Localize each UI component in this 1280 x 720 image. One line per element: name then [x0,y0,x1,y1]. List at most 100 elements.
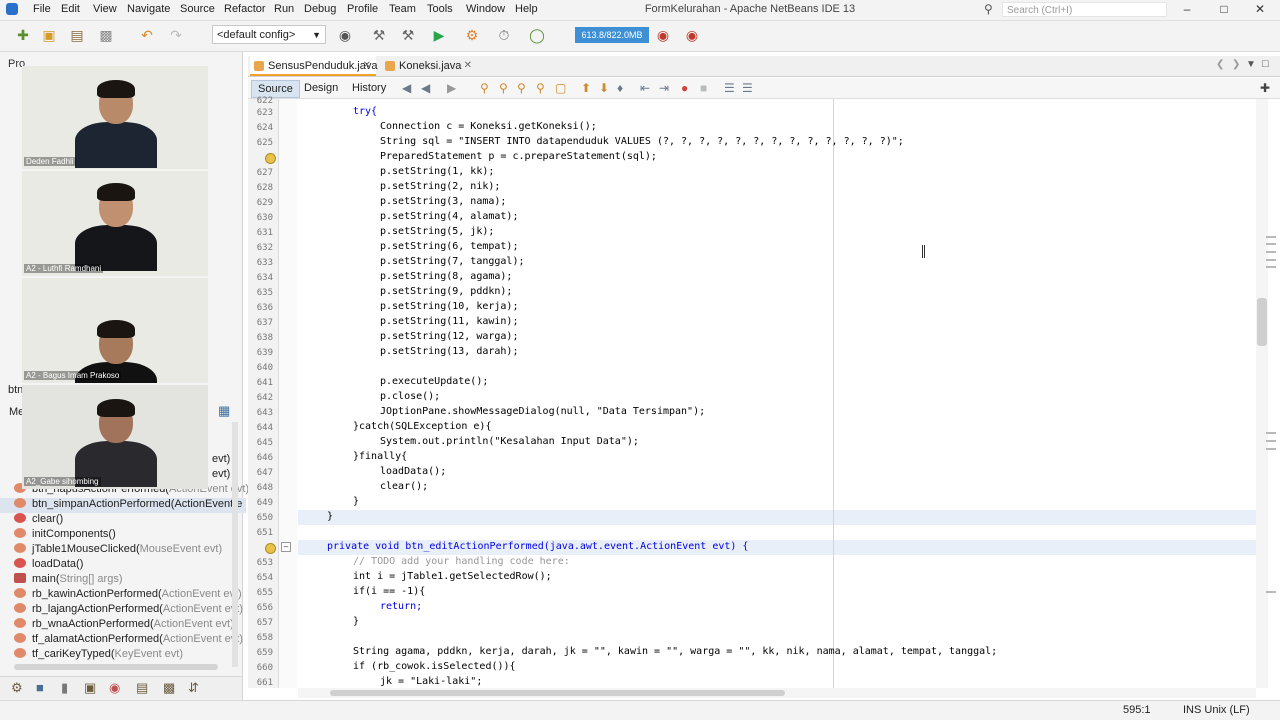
menu-profile[interactable]: Profile [347,3,378,15]
menu-window[interactable]: Window [466,3,505,15]
comment-icon[interactable]: ☰ [724,81,735,95]
list-item[interactable]: evt) [212,453,230,468]
uncomment-icon[interactable]: ☰ [742,81,753,95]
view-history-tab[interactable]: History [346,80,392,96]
scroll-tabs-left-icon[interactable]: ❮ [1216,59,1224,70]
find-icon[interactable]: ⚲ [480,81,489,95]
debug-icon[interactable]: ⚙ [463,26,481,44]
list-item[interactable]: rb_wnaActionPerformed(ActionEvent evt) [14,618,234,633]
menu-tools[interactable]: Tools [427,3,453,15]
attach-debugger-icon[interactable]: ◯ [528,26,546,44]
save-all-icon[interactable]: ▩ [97,26,115,44]
list-item[interactable]: evt) [212,468,230,483]
show-fields-icon[interactable]: ■ [36,680,44,695]
maximize-icon[interactable]: □ [1215,2,1233,16]
search-icon[interactable]: ⚲ [984,2,993,16]
maximize-editor-icon[interactable]: □ [1262,58,1269,70]
open-project-icon[interactable]: ▤ [68,26,86,44]
minimize-icon[interactable]: – [1178,2,1196,16]
menu-debug[interactable]: Debug [304,3,336,15]
list-item[interactable]: jTable1MouseClicked(MouseEvent evt) [14,543,222,558]
navigator-options-icon[interactable]: ▦ [218,403,230,419]
hint-bulb-icon[interactable] [265,153,276,164]
new-file-icon[interactable]: ✚ [14,26,32,44]
scroll-tabs-right-icon[interactable]: ❯ [1232,59,1240,70]
list-item[interactable]: clear() [14,513,63,528]
globe-icon[interactable]: ◉ [336,26,354,44]
error-stripe-mark[interactable] [1266,236,1276,238]
prev-bookmark-icon[interactable]: ⬆ [581,81,591,95]
cursor-position[interactable]: 595:1 [1123,704,1151,716]
list-item[interactable]: initComponents() [14,528,116,543]
navigator-hscrollbar[interactable] [14,664,218,670]
show-inner-icon[interactable]: ◉ [109,680,120,696]
close-tab-icon[interactable]: ✕ [363,56,371,76]
menu-navigate[interactable]: Navigate [127,3,170,15]
navigator-vscrollbar[interactable] [232,422,238,667]
hint-bulb-icon[interactable] [265,543,276,554]
menu-run[interactable]: Run [274,3,294,15]
gc-profiler-icon[interactable]: ◉ [654,26,672,44]
show-inherited-icon[interactable]: ⚙ [11,680,23,696]
list-item[interactable]: loadData() [14,558,83,573]
error-stripe-mark[interactable] [1266,432,1276,434]
list-item-selected[interactable]: btn_simpanActionPerformed(ActionEvent e [0,498,246,513]
last-edit-icon[interactable]: ◀ [402,81,411,95]
view-design-tab[interactable]: Design [298,80,344,96]
show-nonpublic-icon[interactable]: ▣ [84,680,96,696]
error-stripe-mark[interactable] [1266,448,1276,450]
run-icon[interactable]: ▶ [430,26,448,44]
back-icon[interactable]: ◀ [421,81,430,95]
error-stripe-mark[interactable] [1266,243,1276,245]
menu-edit[interactable]: Edit [61,3,80,15]
clean-build-icon[interactable]: ⚒ [399,26,417,44]
close-tab-icon[interactable]: ✕ [464,56,472,76]
error-stripe-mark[interactable] [1266,591,1276,593]
stop-macro-icon[interactable]: ■ [700,81,707,95]
tab-sensuspenduduk[interactable]: SensusPenduduk.java ✕ [250,56,377,76]
shift-left-icon[interactable]: ⇤ [640,81,650,95]
sort-by-name-icon[interactable]: ▤ [136,680,148,696]
find-next-icon[interactable]: ⚲ [517,81,526,95]
forward-icon[interactable]: ▶ [447,81,456,95]
list-item[interactable]: tf_alamatActionPerformed(ActionEvent evt… [14,633,243,648]
find-selection-icon[interactable]: ⚲ [536,81,545,95]
build-hammer-icon[interactable]: ⚒ [370,26,388,44]
redo-icon[interactable]: ↷ [167,26,185,44]
editor-hscroll-thumb[interactable] [330,690,785,696]
error-stripe-mark[interactable] [1266,440,1276,442]
find-previous-icon[interactable]: ⚲ [499,81,508,95]
undo-icon[interactable]: ↶ [138,26,156,44]
config-select[interactable]: <default config> ▼ [212,25,326,44]
list-item[interactable]: rb_kawinActionPerformed(ActionEvent evt) [14,588,242,603]
list-item[interactable]: tf_cariKeyTyped(KeyEvent evt) [14,648,183,663]
show-static-icon[interactable]: ▮ [61,680,68,696]
sort-by-source-icon[interactable]: ▩ [163,680,175,696]
new-project-icon[interactable]: ▣ [40,26,58,44]
expand-all-icon[interactable]: ⇵ [188,680,199,696]
snapshot-icon[interactable]: ◉ [683,26,701,44]
close-window-icon[interactable]: ✕ [1251,2,1269,16]
menu-team[interactable]: Team [389,3,416,15]
error-stripe-mark[interactable] [1266,259,1276,261]
fold-collapse-icon[interactable]: – [281,542,291,552]
editor-vscrollbar[interactable] [1256,99,1268,688]
next-bookmark-icon[interactable]: ⬇ [599,81,609,95]
menu-help[interactable]: Help [515,3,538,15]
toggle-bookmark-icon[interactable]: ♦ [617,81,623,95]
list-item[interactable]: main(String[] args) [14,573,122,588]
menu-file[interactable]: File [33,3,51,15]
menu-refactor[interactable]: Refactor [224,3,266,15]
start-macro-icon[interactable]: ● [681,81,688,95]
memory-usage-indicator[interactable]: 613.8/822.0MB [575,27,649,43]
editor-vscroll-thumb[interactable] [1257,298,1267,346]
split-editor-icon[interactable]: ✚ [1260,81,1270,95]
error-stripe-mark[interactable] [1266,251,1276,253]
shift-right-icon[interactable]: ⇥ [659,81,669,95]
menu-source[interactable]: Source [180,3,215,15]
list-item[interactable]: rb_lajangActionPerformed(ActionEvent evt… [14,603,243,618]
profile-icon[interactable]: ⏱ [495,26,513,44]
error-stripe-mark[interactable] [1266,266,1276,268]
search-input[interactable]: Search (Ctrl+I) [1002,2,1167,17]
insert-mode-line-ending[interactable]: INS Unix (LF) [1183,704,1250,716]
